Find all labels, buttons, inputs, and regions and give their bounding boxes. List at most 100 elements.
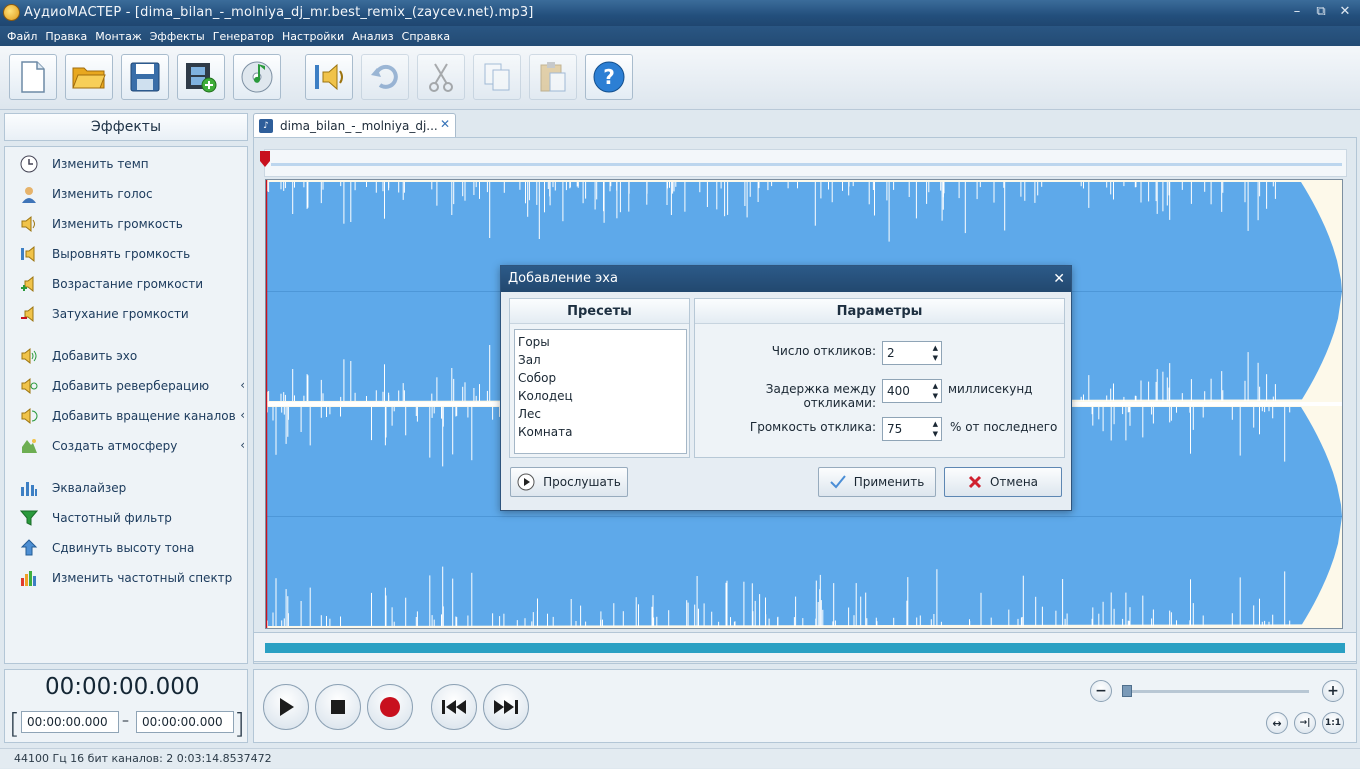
- waveform-gap: [350, 361, 352, 401]
- zoom-in-button[interactable]: +: [1322, 680, 1344, 702]
- waveform-gap: [667, 182, 668, 189]
- timeline-ruler[interactable]: [264, 149, 1347, 177]
- waveform-gap: [1247, 352, 1249, 401]
- save-button[interactable]: [121, 54, 169, 100]
- waveform-gap: [306, 374, 308, 401]
- menu-analysis[interactable]: Анализ: [348, 30, 398, 43]
- waveform-gap: [1272, 407, 1274, 419]
- maximize-button[interactable]: ⧉: [1312, 3, 1330, 21]
- record-button[interactable]: [367, 684, 413, 730]
- presets-list[interactable]: Горы Зал Собор Колодец Лес Комната: [514, 329, 687, 454]
- dialog-close-button[interactable]: ✕: [1053, 266, 1065, 292]
- effect-fade-in[interactable]: Возрастание громкости: [19, 273, 247, 295]
- audio-properties-button[interactable]: [305, 54, 353, 100]
- paste-button[interactable]: [529, 54, 577, 100]
- waveform-gap: [391, 607, 393, 626]
- scrollbar-thumb[interactable]: [265, 643, 1345, 653]
- effect-pitch-shift[interactable]: Сдвинуть высоту тона: [19, 537, 247, 559]
- menu-edit[interactable]: Правка: [41, 30, 91, 43]
- fit-to-window-button[interactable]: ↔: [1266, 712, 1288, 734]
- menu-generator[interactable]: Генератор: [209, 30, 278, 43]
- spinner-arrows-icon[interactable]: ▲ ▼: [933, 343, 938, 363]
- waveform-gap: [1021, 617, 1023, 626]
- effect-change-volume[interactable]: Изменить громкость: [19, 213, 247, 235]
- playhead-marker-icon[interactable]: [260, 151, 270, 167]
- waveform-gap: [431, 407, 433, 418]
- zoom-slider-thumb[interactable]: [1122, 685, 1132, 697]
- echo-count-spinner[interactable]: 2 ▲ ▼: [882, 341, 942, 365]
- waveform-gap: [283, 392, 285, 401]
- echo-delay-spinner[interactable]: 400 ▲ ▼: [882, 379, 942, 403]
- cancel-button[interactable]: Отмена: [944, 467, 1062, 497]
- waveform-gap: [1151, 407, 1153, 415]
- menu-effects[interactable]: Эффекты: [146, 30, 209, 43]
- burn-cd-button[interactable]: [233, 54, 281, 100]
- waveform-gap: [375, 390, 377, 401]
- menu-file[interactable]: Файл: [3, 30, 41, 43]
- selection-end-field[interactable]: 00:00:00.000: [136, 711, 234, 733]
- waveform-gap: [1272, 614, 1274, 626]
- menu-montage[interactable]: Монтаж: [91, 30, 145, 43]
- preset-item[interactable]: Колодец: [515, 387, 686, 405]
- close-button[interactable]: ✕: [1336, 3, 1354, 21]
- open-button[interactable]: [65, 54, 113, 100]
- waveform-gap: [1062, 579, 1064, 626]
- document-tab[interactable]: ♪ dima_bilan_-_molniya_dj... ✕: [253, 113, 456, 137]
- effect-create-atmosphere[interactable]: Создать атмосферу ‹: [19, 435, 247, 457]
- apply-button[interactable]: Применить: [818, 467, 936, 497]
- effect-change-tempo[interactable]: Изменить темп: [19, 153, 247, 175]
- effect-label: Добавить вращение каналов: [52, 409, 236, 423]
- help-button[interactable]: ?: [585, 54, 633, 100]
- preset-item[interactable]: Зал: [515, 351, 686, 369]
- waveform-gap: [1259, 598, 1260, 626]
- waveform-gap: [431, 182, 433, 190]
- waveform-gap: [872, 182, 874, 190]
- effect-change-voice[interactable]: Изменить голос: [19, 183, 247, 205]
- zoom-one-to-one-button[interactable]: 1:1: [1322, 712, 1344, 734]
- stop-button[interactable]: [315, 684, 361, 730]
- minimize-button[interactable]: –: [1288, 3, 1306, 21]
- effect-equalizer[interactable]: Эквалайзер: [19, 477, 247, 499]
- effect-change-spectrum[interactable]: Изменить частотный спектр: [19, 567, 247, 589]
- cut-button[interactable]: [417, 54, 465, 100]
- tab-close-button[interactable]: ✕: [440, 117, 450, 131]
- preset-item[interactable]: Комната: [515, 423, 686, 441]
- effect-frequency-filter[interactable]: Частотный фильтр: [19, 507, 247, 529]
- selection-start-field[interactable]: 00:00:00.000: [21, 711, 119, 733]
- waveform-gap: [765, 614, 767, 626]
- menu-settings[interactable]: Настройки: [278, 30, 348, 43]
- waveform-gap: [280, 393, 282, 401]
- waveform-gap: [569, 182, 571, 188]
- preset-item[interactable]: Горы: [515, 333, 686, 351]
- zoom-slider-track[interactable]: [1127, 690, 1309, 693]
- effect-add-echo[interactable]: Добавить эхо: [19, 345, 247, 367]
- zoom-out-button[interactable]: −: [1090, 680, 1112, 702]
- add-video-button[interactable]: [177, 54, 225, 100]
- copy-button[interactable]: [473, 54, 521, 100]
- effect-rotate-channels[interactable]: Добавить вращение каналов ‹: [19, 405, 247, 427]
- rewind-button[interactable]: [431, 684, 477, 730]
- menu-help[interactable]: Справка: [398, 30, 454, 43]
- preset-item[interactable]: Лес: [515, 405, 686, 423]
- spinner-arrows-icon[interactable]: ▲ ▼: [933, 419, 938, 439]
- echo-volume-spinner[interactable]: 75 ▲ ▼: [882, 417, 942, 441]
- waveform-gap: [646, 182, 648, 194]
- spinner-arrows-icon[interactable]: ▲ ▼: [933, 381, 938, 401]
- waveform-gap: [416, 611, 418, 626]
- effect-label: Затухание громкости: [52, 307, 189, 321]
- undo-button[interactable]: [361, 54, 409, 100]
- horizontal-scrollbar[interactable]: [253, 632, 1357, 662]
- waveform-gap: [471, 407, 473, 461]
- effect-normalize-volume[interactable]: Выровнять громкость: [19, 243, 247, 265]
- listen-button[interactable]: Прослушать: [510, 467, 628, 497]
- play-button[interactable]: [263, 684, 309, 730]
- fast-forward-button[interactable]: [483, 684, 529, 730]
- preset-item[interactable]: Собор: [515, 369, 686, 387]
- waveform-gap: [1274, 384, 1276, 401]
- effect-fade-out[interactable]: Затухание громкости: [19, 303, 247, 325]
- new-file-button[interactable]: [9, 54, 57, 100]
- effect-add-reverb[interactable]: Добавить реверберацию ‹: [19, 375, 247, 397]
- dialog-title-bar: Добавление эха ✕: [501, 266, 1071, 292]
- waveform-gap: [670, 182, 672, 215]
- zoom-selection-button[interactable]: →|: [1294, 712, 1316, 734]
